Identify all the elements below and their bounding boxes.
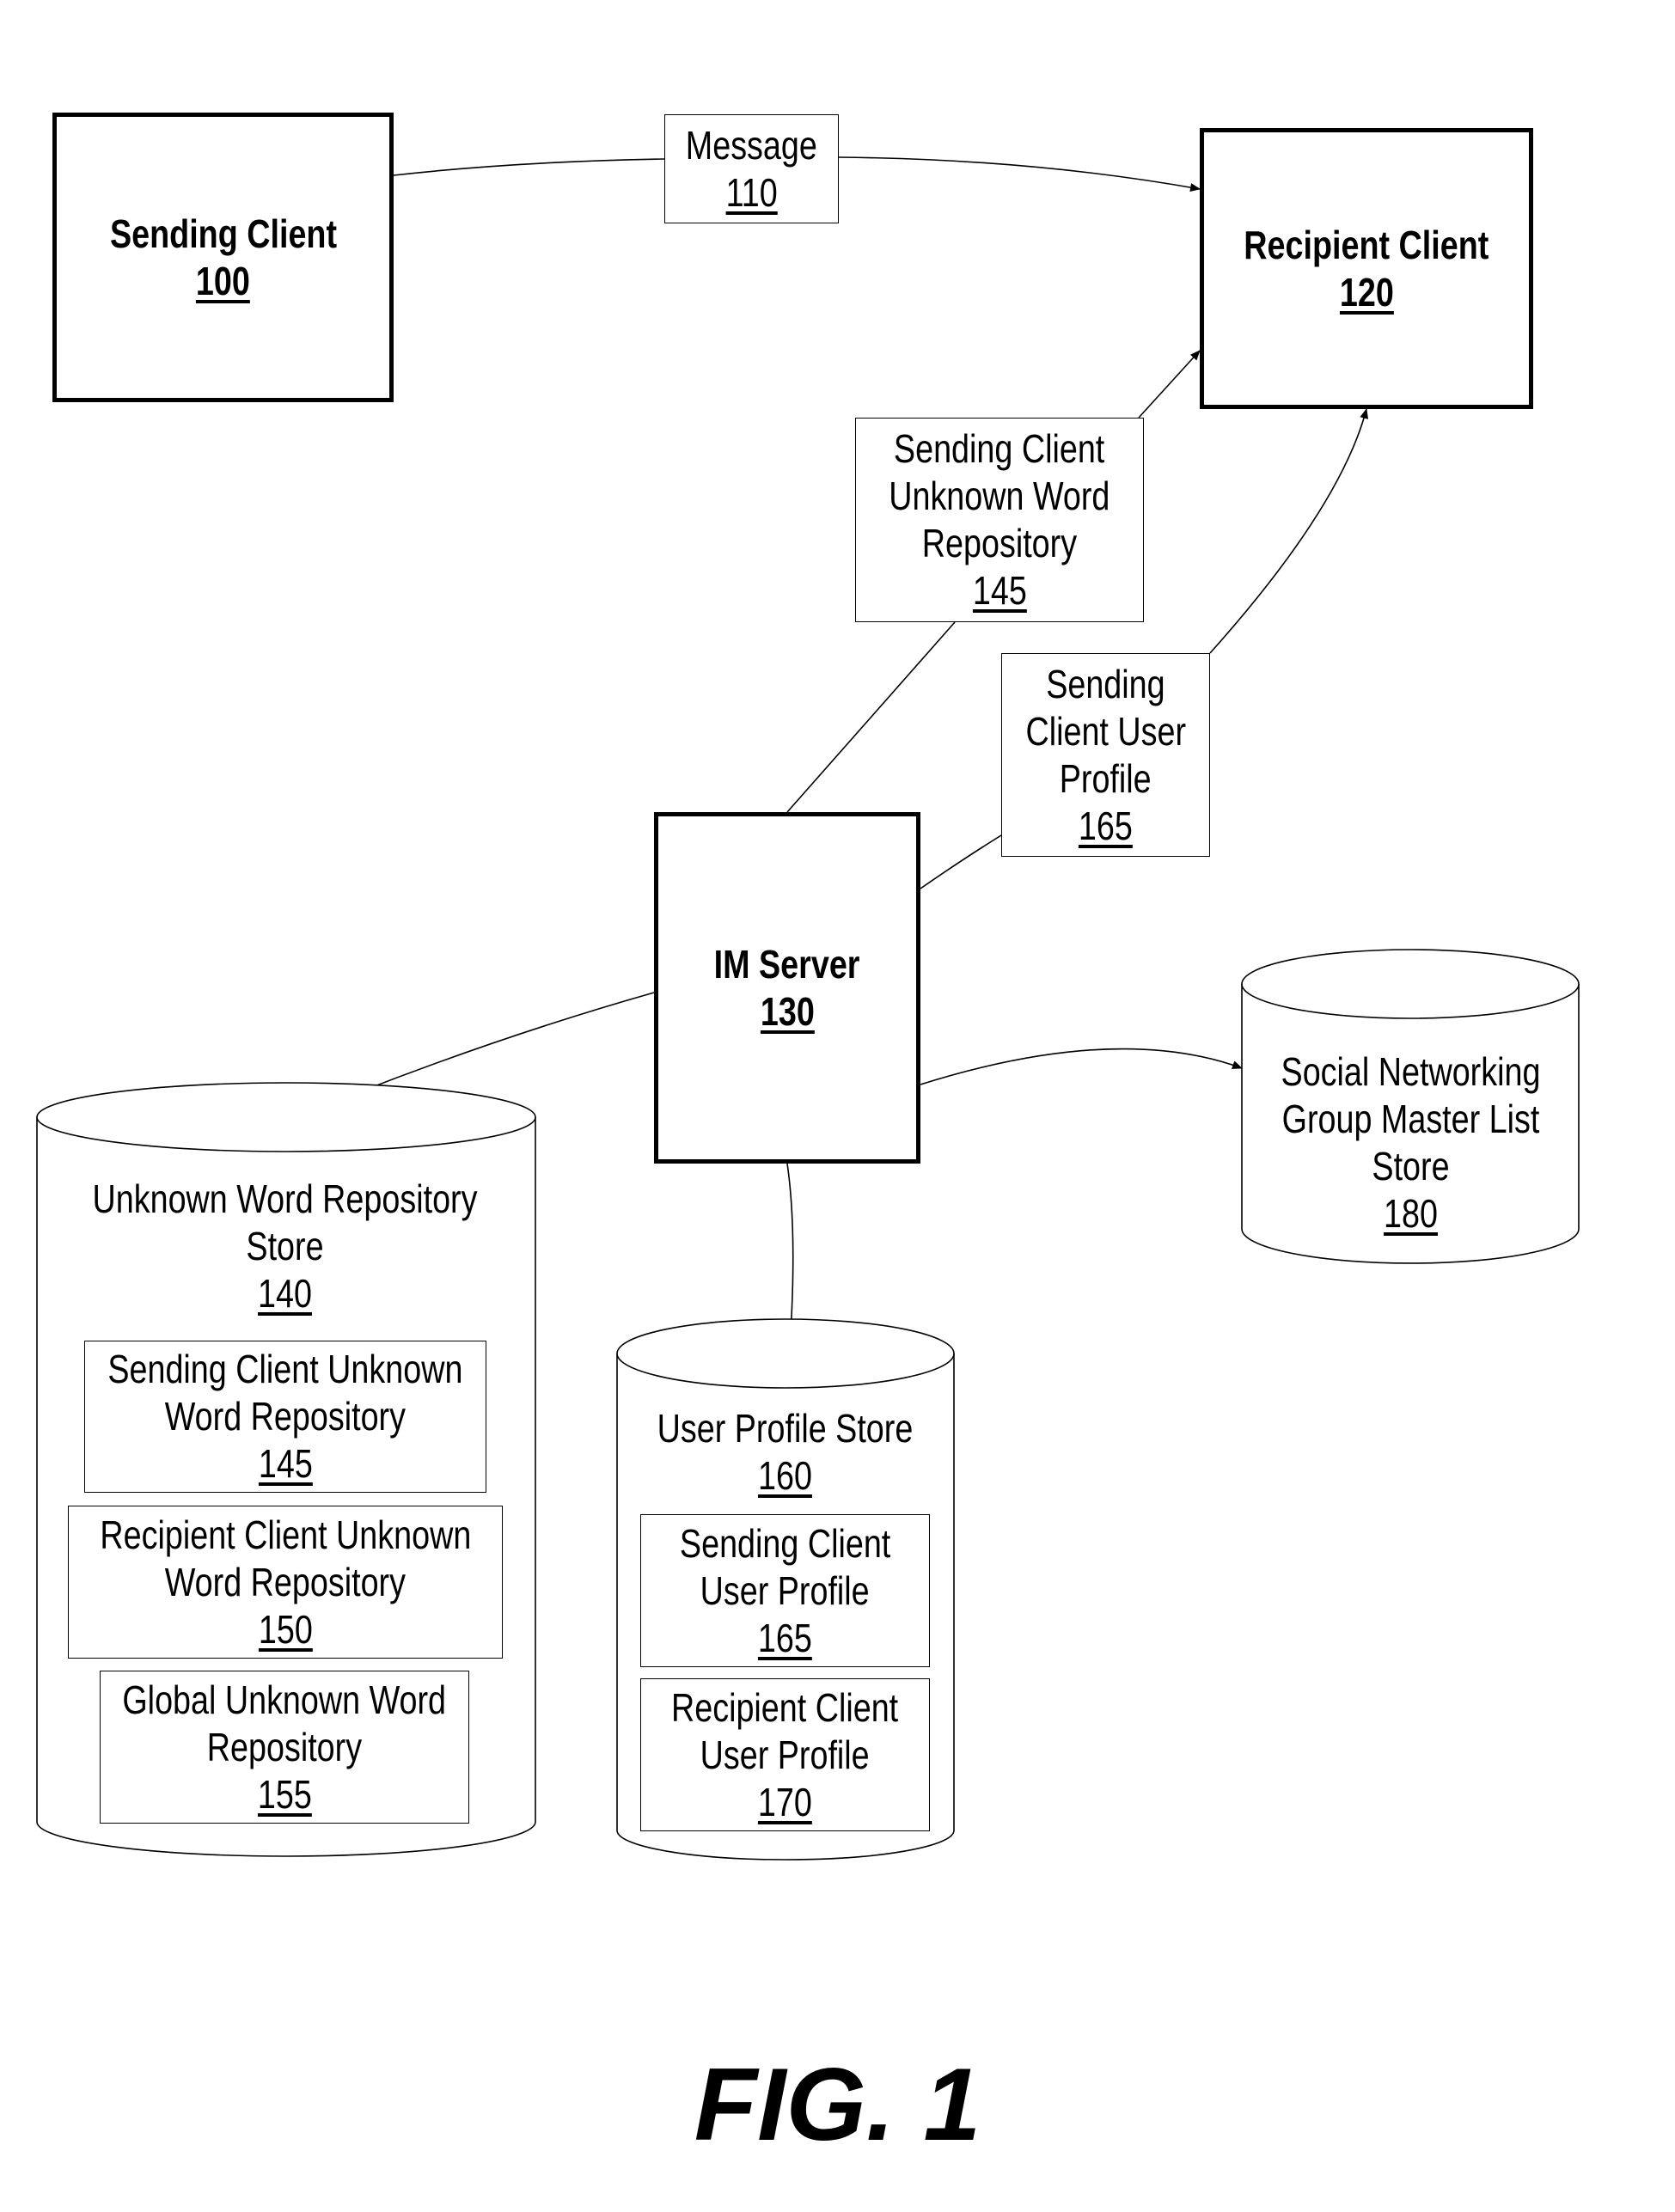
scuwr-ref: 145: [972, 568, 1027, 613]
figure-label: FIG. 1: [694, 2047, 981, 2162]
ups-ref: 160: [758, 1453, 812, 1498]
uws-item-ref: 150: [258, 1606, 313, 1652]
uws-item-ref: 155: [257, 1771, 312, 1817]
uws-item-line: Sending Client Unknown: [107, 1347, 463, 1391]
scup-line-2: Client User: [1025, 708, 1186, 754]
edge-server-to-social: [920, 1048, 1243, 1085]
scup-line-1: Sending: [1046, 661, 1165, 706]
ups-item-line: Sending Client: [679, 1520, 891, 1566]
edge-scuwr-to-recipient: [1138, 350, 1201, 419]
ups-item-ref: 170: [758, 1779, 812, 1824]
ups-item-line: User Profile: [700, 1732, 871, 1777]
edge-message-to-recipient: [838, 156, 1201, 192]
ups-line-1: User Profile Store: [657, 1406, 914, 1451]
unknown-word-store-label: Unknown Word Repository Store 140: [35, 1176, 535, 1317]
uws-line-1: Unknown Word Repository: [92, 1176, 478, 1221]
ups-item-line: Recipient Client: [671, 1684, 899, 1730]
ups-item-ref: 165: [758, 1615, 812, 1660]
im-server-title: IM Server: [714, 941, 860, 987]
edge-scup-to-recipient: [1209, 408, 1369, 654]
message-node: Message 110: [664, 114, 839, 223]
im-server-ref: 130: [760, 988, 815, 1034]
scuwr-transfer-node: Sending Client Unknown Word Repository 1…: [855, 418, 1144, 622]
uws-item-recipient: Recipient Client Unknown Word Repository…: [68, 1506, 503, 1659]
scuwr-line-2: Unknown Word: [889, 474, 1110, 518]
recipient-client-title: Recipient Client: [1244, 222, 1489, 267]
scup-line-3: Profile: [1060, 755, 1152, 801]
recipient-client-node: Recipient Client 120: [1200, 128, 1533, 409]
sending-client-title: Sending Client: [109, 211, 337, 256]
recipient-client-ref: 120: [1339, 269, 1394, 315]
scup-transfer-node: Sending Client User Profile 165: [1001, 653, 1210, 857]
uws-item-line: Repository: [206, 1724, 363, 1769]
uws-item-global: Global Unknown Word Repository 155: [100, 1671, 469, 1824]
social-store-label: Social Networking Group Master List Stor…: [1242, 1048, 1580, 1237]
ups-item-sending: Sending Client User Profile 165: [640, 1514, 930, 1667]
uws-item-line: Word Repository: [164, 1394, 407, 1439]
social-line-1: Social Networking: [1281, 1049, 1541, 1094]
uws-item-line: Recipient Client Unknown: [100, 1512, 471, 1557]
scuwr-line-1: Sending Client: [894, 426, 1105, 471]
ups-item-recipient: Recipient Client User Profile 170: [640, 1678, 930, 1831]
sending-client-node: Sending Client 100: [52, 113, 394, 402]
uws-item-line: Word Repository: [164, 1559, 407, 1604]
ups-item-line: User Profile: [700, 1567, 871, 1613]
scuwr-line-3: Repository: [921, 521, 1078, 565]
social-line-3: Store: [1372, 1144, 1450, 1188]
edge-sending-to-message: [393, 158, 665, 176]
user-profile-store-label: User Profile Store 160: [616, 1405, 954, 1500]
scup-ref: 165: [1079, 803, 1133, 848]
uws-item-ref: 145: [258, 1441, 313, 1486]
message-title: Message: [685, 122, 818, 168]
uws-ref: 140: [258, 1271, 312, 1316]
message-ref: 110: [725, 169, 778, 215]
uws-line-2: Store: [246, 1224, 324, 1268]
uws-item-line: Global Unknown Word: [122, 1677, 447, 1722]
sending-client-ref: 100: [196, 258, 250, 303]
edge-server-to-scuwr: [786, 621, 956, 813]
edge-server-to-scup: [920, 834, 1002, 889]
social-line-2: Group Master List: [1281, 1097, 1540, 1141]
social-ref: 180: [1384, 1191, 1438, 1236]
uws-item-sending: Sending Client Unknown Word Repository 1…: [84, 1341, 486, 1493]
im-server-node: IM Server 130: [654, 812, 920, 1164]
